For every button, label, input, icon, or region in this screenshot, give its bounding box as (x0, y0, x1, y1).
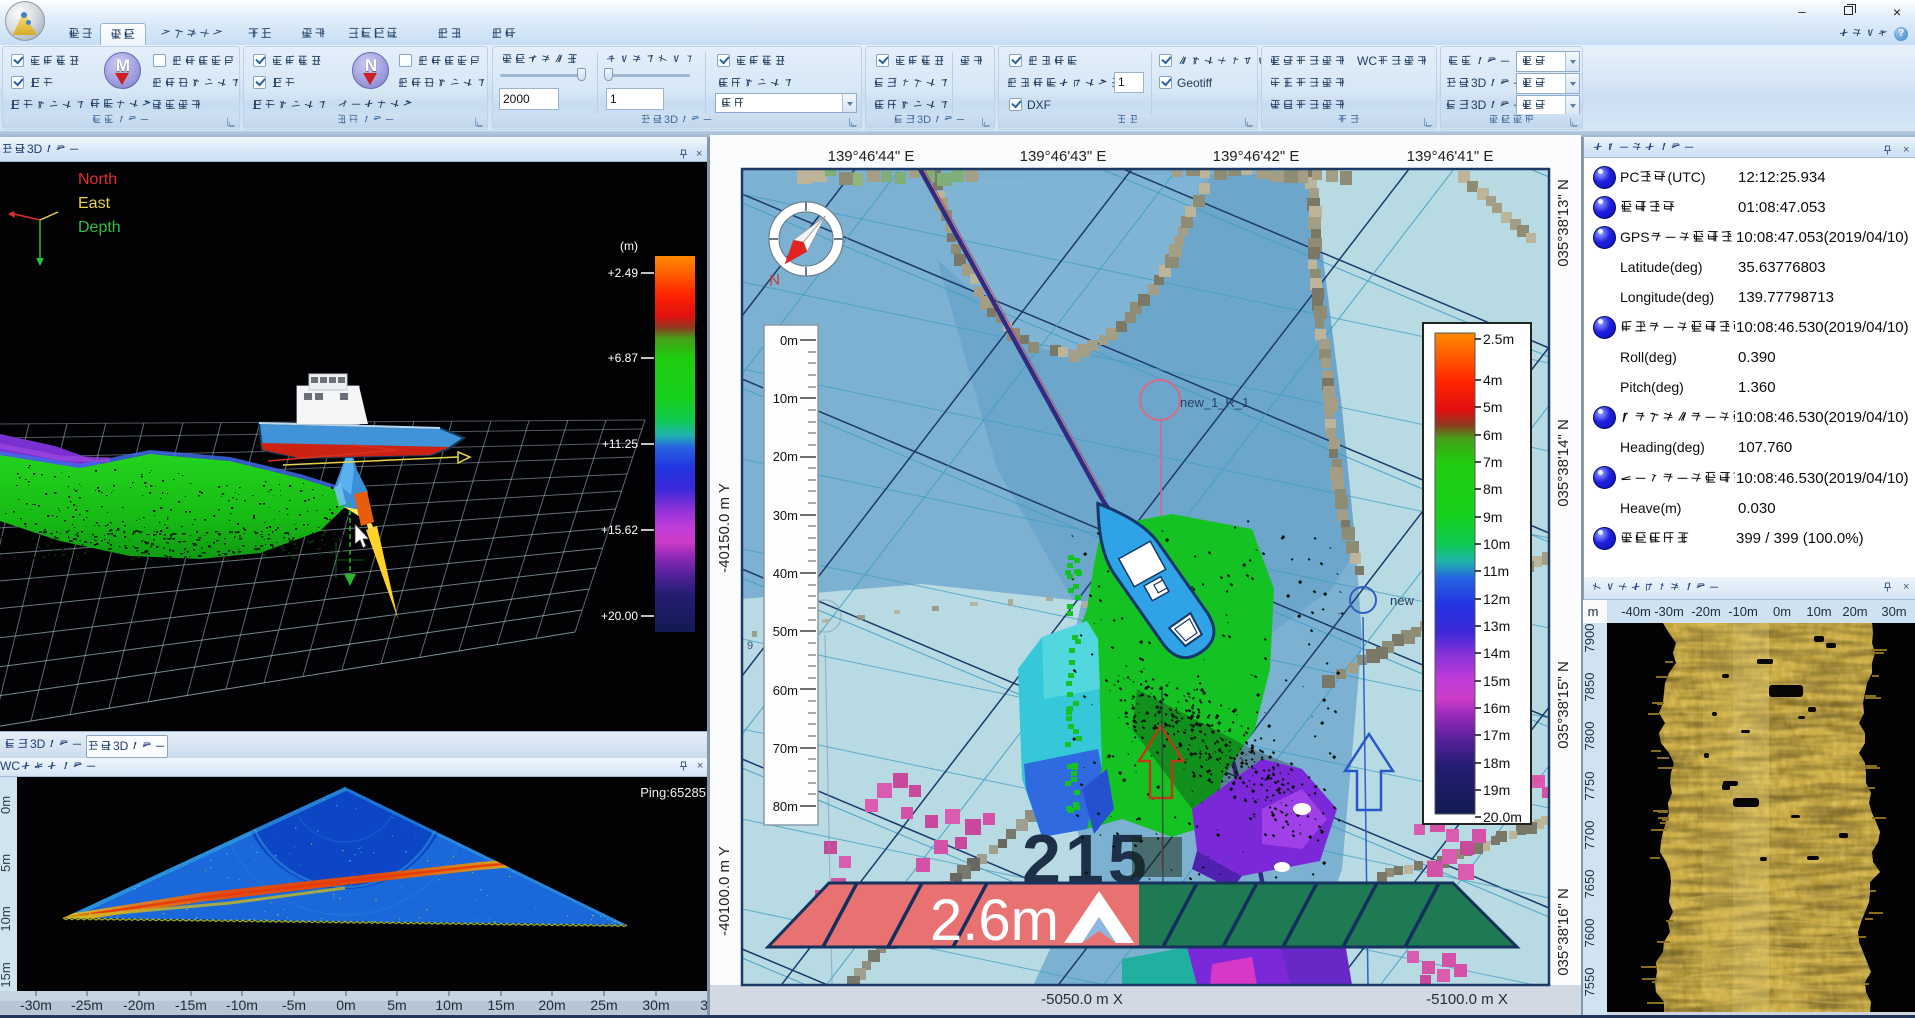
svg-text:7550: 7550 (1583, 968, 1597, 997)
svg-text:+6.87: +6.87 (608, 351, 639, 365)
svg-text:10m: 10m (435, 997, 462, 1013)
svg-text:10m: 10m (0, 906, 13, 931)
svg-text:7650: 7650 (1583, 870, 1597, 899)
svg-text:-20m: -20m (123, 997, 155, 1013)
svg-text:20m: 20m (1842, 604, 1867, 619)
svg-text:0m: 0m (0, 796, 13, 814)
svg-text:2.5m: 2.5m (1483, 331, 1514, 347)
svg-text:+15.62: +15.62 (601, 523, 638, 537)
svg-text:035°38'13" N: 035°38'13" N (1555, 179, 1572, 267)
svg-text:+11.25: +11.25 (602, 437, 638, 451)
svg-text:East: East (78, 195, 111, 212)
svg-text:-40150.0 m Y: -40150.0 m Y (716, 483, 733, 573)
svg-text:+2.49: +2.49 (608, 266, 639, 280)
svg-text:+20.00: +20.00 (601, 609, 638, 623)
svg-text:16m: 16m (1483, 700, 1510, 716)
svg-text:-30m: -30m (20, 997, 52, 1013)
svg-text:(m): (m) (620, 239, 638, 253)
svg-text:Ping:65285: Ping:65285 (640, 785, 706, 800)
svg-text:18m: 18m (1483, 755, 1510, 771)
svg-text:0m: 0m (780, 333, 798, 348)
svg-text:2.6m: 2.6m (930, 888, 1059, 953)
svg-text:-40m: -40m (1621, 604, 1651, 619)
svg-text:new_1_R_1: new_1_R_1 (1180, 395, 1249, 410)
svg-text:7800: 7800 (1583, 722, 1597, 751)
svg-text:60m: 60m (773, 683, 798, 698)
svg-text:7600: 7600 (1583, 919, 1597, 948)
svg-text:-25m: -25m (71, 997, 103, 1013)
svg-text:139°46'43" E: 139°46'43" E (1020, 148, 1107, 165)
svg-text:5m: 5m (1483, 399, 1502, 415)
svg-text:30m: 30m (773, 508, 798, 523)
svg-text:7750: 7750 (1583, 772, 1597, 801)
svg-text:-40100.0 m Y: -40100.0 m Y (716, 846, 733, 936)
svg-text:35: 35 (700, 997, 707, 1013)
svg-text:-20m: -20m (1691, 604, 1721, 619)
svg-text:12m: 12m (1483, 591, 1510, 607)
svg-text:10m: 10m (1806, 604, 1831, 619)
svg-text:7700: 7700 (1583, 821, 1597, 850)
svg-text:139°46'41" E: 139°46'41" E (1407, 148, 1494, 165)
svg-text:035°38'14" N: 035°38'14" N (1555, 419, 1572, 507)
svg-text:-30m: -30m (1654, 604, 1684, 619)
svg-text:9m: 9m (1483, 509, 1502, 525)
svg-text:Depth: Depth (78, 219, 121, 236)
svg-text:15m: 15m (0, 962, 13, 987)
svg-text:40m: 40m (773, 566, 798, 581)
svg-text:-5100.0 m X: -5100.0 m X (1426, 991, 1508, 1008)
svg-text:new: new (1390, 593, 1414, 608)
svg-text:-5m: -5m (282, 997, 306, 1013)
svg-text:11m: 11m (1483, 563, 1509, 579)
svg-text:7900: 7900 (1583, 624, 1597, 653)
svg-text:15m: 15m (1483, 673, 1510, 689)
svg-text:30m: 30m (1881, 604, 1906, 619)
svg-text:20m: 20m (773, 449, 798, 464)
svg-text:10m: 10m (1483, 536, 1510, 552)
svg-text:20m: 20m (538, 997, 565, 1013)
svg-text:5m: 5m (0, 854, 13, 872)
svg-text:17m: 17m (1483, 727, 1510, 743)
svg-text:13m: 13m (1483, 618, 1510, 634)
svg-text:5m: 5m (387, 997, 406, 1013)
svg-text:139°46'42" E: 139°46'42" E (1213, 148, 1300, 165)
svg-text:4m: 4m (1483, 372, 1502, 388)
svg-text:-15m: -15m (175, 997, 207, 1013)
svg-text:80m: 80m (773, 799, 798, 814)
svg-text:-10m: -10m (1728, 604, 1758, 619)
svg-text:50m: 50m (773, 624, 798, 639)
svg-text:139°46'44" E: 139°46'44" E (828, 148, 915, 165)
svg-text:10m: 10m (773, 391, 798, 406)
svg-text:m: m (1588, 604, 1599, 619)
svg-text:15m: 15m (487, 997, 514, 1013)
svg-text:8m: 8m (1483, 481, 1502, 497)
svg-text:-10m: -10m (226, 997, 258, 1013)
svg-text:-5050.0 m X: -5050.0 m X (1041, 991, 1123, 1008)
svg-text:25m: 25m (590, 997, 617, 1013)
svg-text:035°38'15" N: 035°38'15" N (1555, 661, 1572, 749)
svg-text:6m: 6m (1483, 427, 1502, 443)
svg-text:035°38'16" N: 035°38'16" N (1555, 888, 1572, 976)
svg-text:19m: 19m (1483, 782, 1510, 798)
svg-text:70m: 70m (773, 741, 798, 756)
svg-text:9: 9 (747, 640, 753, 652)
svg-text:7850: 7850 (1583, 673, 1597, 702)
svg-text:7m: 7m (1483, 454, 1502, 470)
svg-text:20.0m: 20.0m (1483, 809, 1522, 825)
svg-text:0m: 0m (336, 997, 355, 1013)
svg-text:North: North (78, 171, 117, 188)
svg-text:14m: 14m (1483, 645, 1510, 661)
svg-text:0m: 0m (1773, 604, 1791, 619)
svg-text:30m: 30m (642, 997, 669, 1013)
